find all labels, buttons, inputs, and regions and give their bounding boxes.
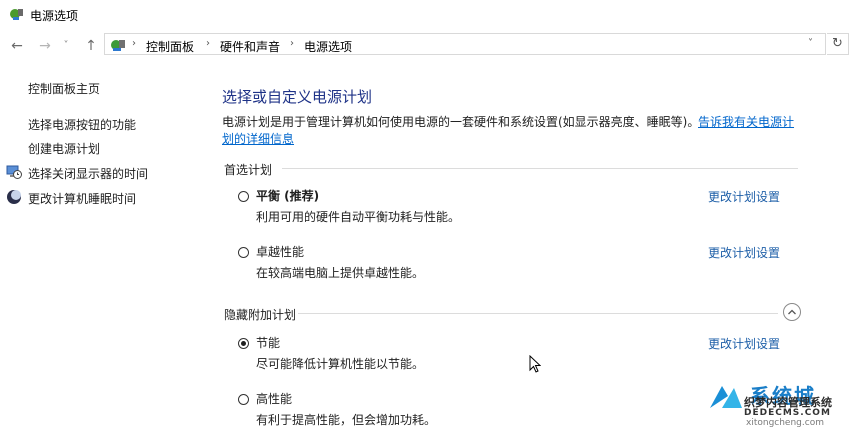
- plan-radio-ultimate[interactable]: [238, 247, 249, 258]
- up-button[interactable]: ↑: [82, 37, 100, 55]
- sidebar-home-link[interactable]: 控制面板主页: [28, 80, 100, 97]
- watermark: 系统城 织梦内容管理系统 DEDECMS.COM xitongcheng.com: [700, 380, 852, 431]
- hidden-plans-label: 隐藏附加计划: [224, 308, 297, 322]
- back-button[interactable]: ←: [8, 37, 26, 55]
- title-bar: [0, 0, 852, 28]
- breadcrumb-separator: ›: [132, 38, 136, 49]
- address-bar[interactable]: [104, 33, 826, 55]
- sidebar-item-power-buttons[interactable]: 选择电源按钮的功能: [28, 116, 136, 133]
- watermark-logo-icon: [710, 386, 742, 408]
- breadcrumb-control-panel[interactable]: 控制面板: [146, 38, 194, 55]
- plan-name-high-performance: 高性能: [256, 392, 293, 406]
- plan-name-balanced: 平衡 (推荐): [256, 189, 320, 203]
- preferred-plans-label: 首选计划: [224, 163, 273, 177]
- plan-radio-balanced[interactable]: [238, 191, 249, 202]
- change-plan-settings-link-power-saver[interactable]: 更改计划设置: [708, 335, 780, 352]
- watermark-domain: DEDECMS.COM: [744, 408, 831, 418]
- refresh-button[interactable]: ↻: [827, 33, 849, 55]
- watermark-url: xitongcheng.com: [746, 418, 824, 428]
- group-divider: [282, 168, 798, 169]
- address-dropdown-icon[interactable]: ˅: [808, 38, 813, 49]
- breadcrumb-separator: ›: [206, 38, 210, 49]
- sidebar-item-display-off-time[interactable]: 选择关闭显示器的时间: [28, 165, 148, 182]
- mouse-cursor-icon: [529, 355, 541, 373]
- change-plan-settings-link-balanced[interactable]: 更改计划设置: [708, 188, 780, 205]
- plan-radio-power-saver[interactable]: [238, 338, 249, 349]
- plan-desc-power-saver: 尽可能降低计算机性能以节能。: [256, 357, 425, 371]
- plan-desc-high-performance: 有利于提高性能，但会增加功耗。: [256, 413, 437, 427]
- breadcrumb-hardware-sound[interactable]: 硬件和声音: [220, 38, 280, 55]
- forward-button[interactable]: →: [36, 37, 54, 55]
- plan-name-power-saver: 节能: [256, 336, 281, 350]
- group-divider: [298, 313, 778, 314]
- plan-desc-balanced: 利用可用的硬件自动平衡功耗与性能。: [256, 210, 461, 224]
- change-plan-settings-link-ultimate[interactable]: 更改计划设置: [708, 244, 780, 261]
- chevron-up-icon: [788, 309, 796, 315]
- power-options-app-icon: [10, 9, 23, 20]
- sidebar-item-create-plan[interactable]: 创建电源计划: [28, 140, 100, 157]
- plan-radio-high-performance[interactable]: [238, 394, 249, 405]
- learn-more-link-continued[interactable]: 划的详细信息: [222, 130, 294, 147]
- moon-icon: [7, 190, 21, 204]
- control-panel-icon: [111, 40, 125, 51]
- collapse-hidden-plans-button[interactable]: [783, 303, 801, 321]
- monitor-clock-icon: [6, 165, 22, 179]
- plan-name-ultimate: 卓越性能: [256, 245, 305, 259]
- breadcrumb-power-options[interactable]: 电源选项: [304, 38, 352, 55]
- plan-desc-ultimate: 在较高端电脑上提供卓越性能。: [256, 266, 425, 280]
- page-title: 选择或自定义电源计划: [222, 88, 373, 106]
- learn-more-link[interactable]: 告诉我有关电源计: [698, 113, 794, 130]
- window-title: 电源选项: [30, 9, 79, 23]
- sidebar-item-sleep-time[interactable]: 更改计算机睡眠时间: [28, 190, 136, 207]
- page-description: 电源计划是用于管理计算机如何使用电源的一套硬件和系统设置(如显示器亮度、睡眠等)…: [222, 115, 700, 129]
- breadcrumb-separator: ›: [290, 38, 294, 49]
- recent-locations-dropdown[interactable]: ˅: [60, 37, 72, 55]
